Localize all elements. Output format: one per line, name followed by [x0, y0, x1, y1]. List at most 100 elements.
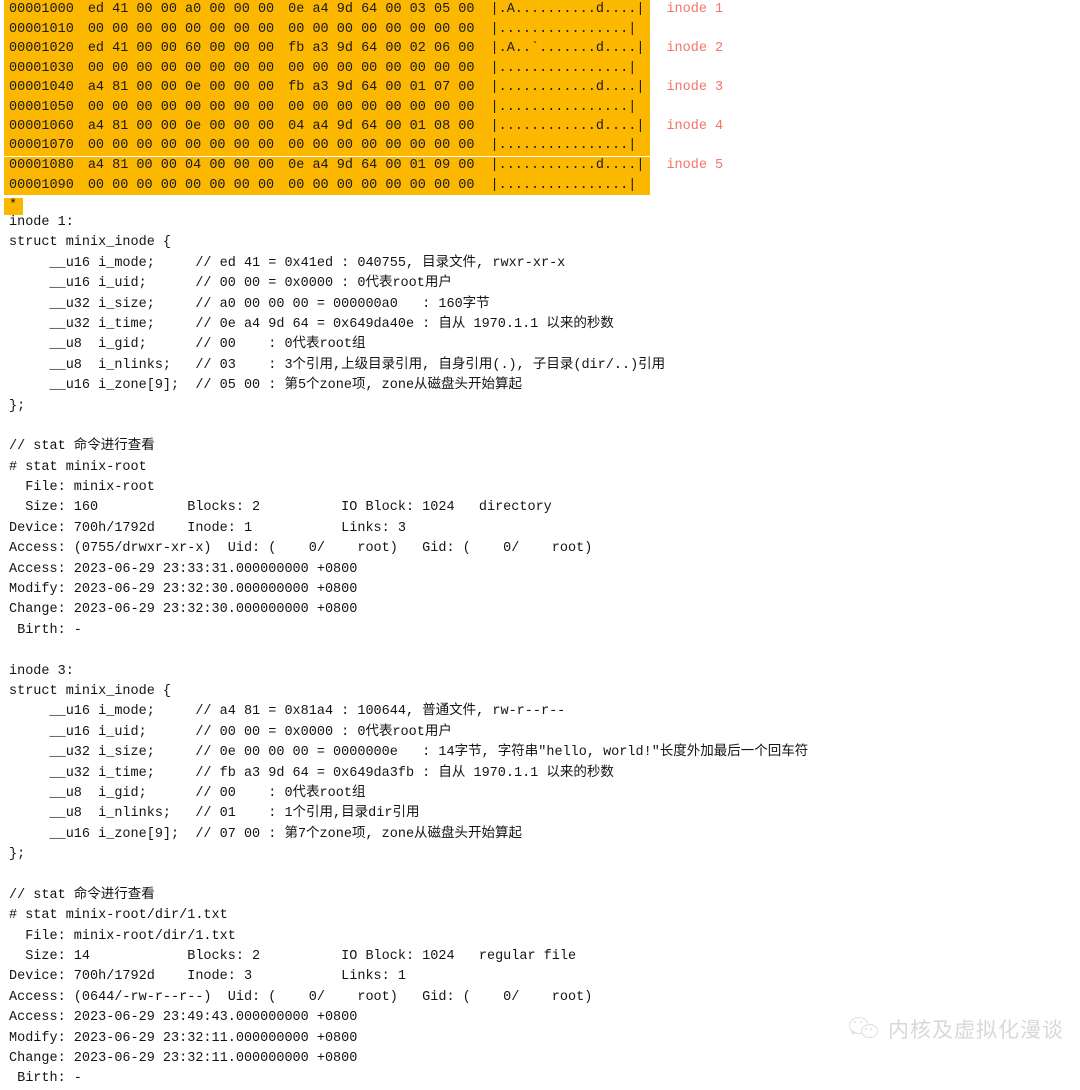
annotation-body: inode 1: struct minix_inode { __u16 i_mod…	[0, 213, 1080, 1090]
code-line: __u16 i_uid; // 00 00 = 0x0000 : 0代表root…	[9, 724, 452, 740]
wechat-icon	[849, 1016, 879, 1042]
code-line: struct minix_inode {	[9, 683, 172, 699]
hexdump-offset: 00001020	[4, 39, 88, 59]
hexdump-bytes-left: 00 00 00 00 00 00 00 00	[87, 136, 289, 156]
hexdump-ascii: |................|	[490, 97, 651, 117]
inode-annotation-label	[650, 136, 725, 156]
hexdump-section: 00001000 ed 41 00 00 a0 00 00 00 0e a4 9d …	[0, 0, 1080, 215]
hexdump-bytes-right: 00 00 00 00 00 00 00 00	[288, 19, 491, 39]
hexdump-row: 00001040 a4 81 00 00 0e 00 00 00 fb a3 9d …	[4, 78, 725, 98]
code-line: Device: 700h/1792d Inode: 1 Links: 3	[9, 520, 406, 536]
hexdump-row: 00001090 00 00 00 00 00 00 00 00 00 00 00 …	[4, 175, 725, 195]
inode-annotation-label: inode 4	[650, 117, 725, 137]
inode-annotation-label	[650, 97, 725, 117]
hexdump-ascii: |................|	[490, 136, 651, 156]
hexdump-offset: 00001010	[4, 19, 88, 39]
hexdump-ascii: |................|	[490, 19, 651, 39]
hexdump-offset: 00001050	[4, 97, 88, 117]
hexdump-bytes-left: a4 81 00 00 04 00 00 00	[87, 155, 289, 176]
hexdump-table: 00001000 ed 41 00 00 a0 00 00 00 0e a4 9d …	[4, 0, 725, 195]
hexdump-continuation-row: *	[4, 195, 1080, 215]
hexdump-bytes-right: 00 00 00 00 00 00 00 00	[288, 97, 491, 117]
code-line: Access: (0755/drwxr-xr-x) Uid: ( 0/ root…	[9, 541, 593, 557]
code-line: Modify: 2023-06-29 23:32:30.000000000 +0…	[9, 582, 358, 598]
code-line: };	[9, 398, 26, 414]
code-line: // stat 命令进行查看	[9, 887, 155, 903]
hexdump-bytes-right: fb a3 9d 64 00 01 07 00	[288, 78, 491, 98]
code-line: __u16 i_mode; // ed 41 = 0x41ed : 040755…	[9, 255, 566, 271]
hexdump-ascii: |............d....|	[490, 155, 651, 176]
hexdump-bytes-right: 0e a4 9d 64 00 01 09 00	[288, 155, 491, 176]
hexdump-offset: 00001070	[4, 136, 88, 156]
code-line: # stat minix-root/dir/1.txt	[9, 908, 228, 924]
hexdump-bytes-left: a4 81 00 00 0e 00 00 00	[87, 78, 289, 98]
code-line: Access: (0644/-rw-r--r--) Uid: ( 0/ root…	[9, 989, 593, 1005]
hexdump-row: 00001020 ed 41 00 00 60 00 00 00 fb a3 9d …	[4, 39, 725, 59]
hexdump-row: 00001000 ed 41 00 00 a0 00 00 00 0e a4 9d …	[4, 0, 725, 20]
watermark-text: 内核及虚拟化漫谈	[888, 1019, 1064, 1042]
code-line: inode 1:	[9, 215, 74, 230]
hexdump-row: 00001050 00 00 00 00 00 00 00 00 00 00 00 …	[4, 97, 725, 117]
code-line: Size: 160 Blocks: 2 IO Block: 1024 direc…	[9, 500, 552, 516]
code-line: struct minix_inode {	[9, 235, 172, 251]
hexdump-bytes-right: 00 00 00 00 00 00 00 00	[288, 136, 491, 156]
hexdump-row: 00001010 00 00 00 00 00 00 00 00 00 00 00 …	[4, 19, 725, 39]
hexdump-row: 00001030 00 00 00 00 00 00 00 00 00 00 00 …	[4, 58, 725, 78]
code-line: __u8 i_gid; // 00 : 0代表root组	[9, 337, 366, 353]
code-line: __u16 i_zone[9]; // 07 00 : 第7个zone项, zo…	[9, 826, 523, 842]
hexdump-block: 00001000 ed 41 00 00 a0 00 00 00 0e a4 9d …	[0, 0, 1080, 215]
hexdump-ascii: |............d....|	[490, 78, 651, 98]
hexdump-bytes-left: ed 41 00 00 60 00 00 00	[87, 39, 289, 59]
hexdump-offset: 00001030	[4, 58, 88, 78]
code-line: Access: 2023-06-29 23:33:31.000000000 +0…	[9, 561, 358, 577]
hexdump-bytes-left: a4 81 00 00 0e 00 00 00	[87, 117, 289, 137]
hexdump-ascii: |.A..`.......d....|	[490, 39, 651, 59]
code-line: Device: 700h/1792d Inode: 3 Links: 1	[9, 969, 406, 985]
inode-annotation-label: inode 3	[650, 78, 725, 98]
hexdump-offset: 00001000	[4, 0, 88, 20]
code-line: // stat 命令进行查看	[9, 439, 155, 455]
code-line: __u8 i_gid; // 00 : 0代表root组	[9, 785, 366, 801]
hexdump-bytes-left: 00 00 00 00 00 00 00 00	[87, 58, 289, 78]
hexdump-bytes-left: 00 00 00 00 00 00 00 00	[87, 19, 289, 39]
inode-annotation-label	[650, 175, 725, 195]
hexdump-offset: 00001090	[4, 175, 88, 195]
hexdump-bytes-right: 04 a4 9d 64 00 01 08 00	[288, 117, 491, 137]
code-line: Size: 14 Blocks: 2 IO Block: 1024 regula…	[9, 949, 577, 965]
watermark: 内核及虚拟化漫谈	[849, 1014, 1064, 1044]
code-line: # stat minix-root	[9, 459, 147, 475]
code-line: File: minix-root/dir/1.txt	[9, 928, 236, 944]
hexdump-offset: 00001080	[4, 155, 88, 176]
code-line: __u32 i_size; // a0 00 00 00 = 000000a0 …	[9, 296, 490, 312]
hexdump-ascii: |................|	[490, 175, 651, 195]
code-line: };	[9, 847, 26, 863]
hexdump-bytes-right: 00 00 00 00 00 00 00 00	[288, 175, 491, 195]
code-line: inode 3:	[9, 663, 74, 679]
hexdump-offset: 00001060	[4, 117, 88, 137]
code-line: __u32 i_time; // 0e a4 9d 64 = 0x649da40…	[9, 316, 614, 332]
hexdump-bytes-left: 00 00 00 00 00 00 00 00	[87, 175, 289, 195]
hexdump-offset: 00001040	[4, 78, 88, 98]
inode-annotation-label	[650, 19, 725, 39]
hexdump-bytes-left: ed 41 00 00 a0 00 00 00	[87, 0, 289, 20]
code-line: Change: 2023-06-29 23:32:30.000000000 +0…	[9, 602, 358, 618]
code-line: __u16 i_mode; // a4 81 = 0x81a4 : 100644…	[9, 704, 566, 720]
inode-annotation-label: inode 5	[650, 156, 725, 176]
hexdump-bytes-right: 0e a4 9d 64 00 03 05 00	[288, 0, 491, 20]
hexdump-bytes-left: 00 00 00 00 00 00 00 00	[87, 97, 289, 117]
hexdump-row: 00001070 00 00 00 00 00 00 00 00 00 00 00 …	[4, 136, 725, 156]
hexdump-body: 00001000 ed 41 00 00 a0 00 00 00 0e a4 9d …	[4, 0, 725, 195]
inode-annotation-label: inode 1	[650, 0, 725, 20]
code-line: __u8 i_nlinks; // 03 : 3个引用,上级目录引用, 自身引用…	[9, 357, 666, 373]
inode-annotation-label: inode 2	[650, 39, 725, 59]
hexdump-bytes-right: 00 00 00 00 00 00 00 00	[288, 58, 491, 78]
hexdump-row: 00001080 a4 81 00 00 04 00 00 00 0e a4 9d …	[4, 155, 725, 176]
code-line: __u8 i_nlinks; // 01 : 1个引用,目录dir引用	[9, 806, 420, 822]
hexdump-ascii: |................|	[490, 58, 651, 78]
hexdump-bytes-right: fb a3 9d 64 00 02 06 00	[288, 39, 491, 59]
hexdump-row: 00001060 a4 81 00 00 0e 00 00 00 04 a4 9d …	[4, 117, 725, 137]
code-line: __u32 i_size; // 0e 00 00 00 = 0000000e …	[9, 745, 809, 761]
inode-annotation-label	[650, 58, 725, 78]
